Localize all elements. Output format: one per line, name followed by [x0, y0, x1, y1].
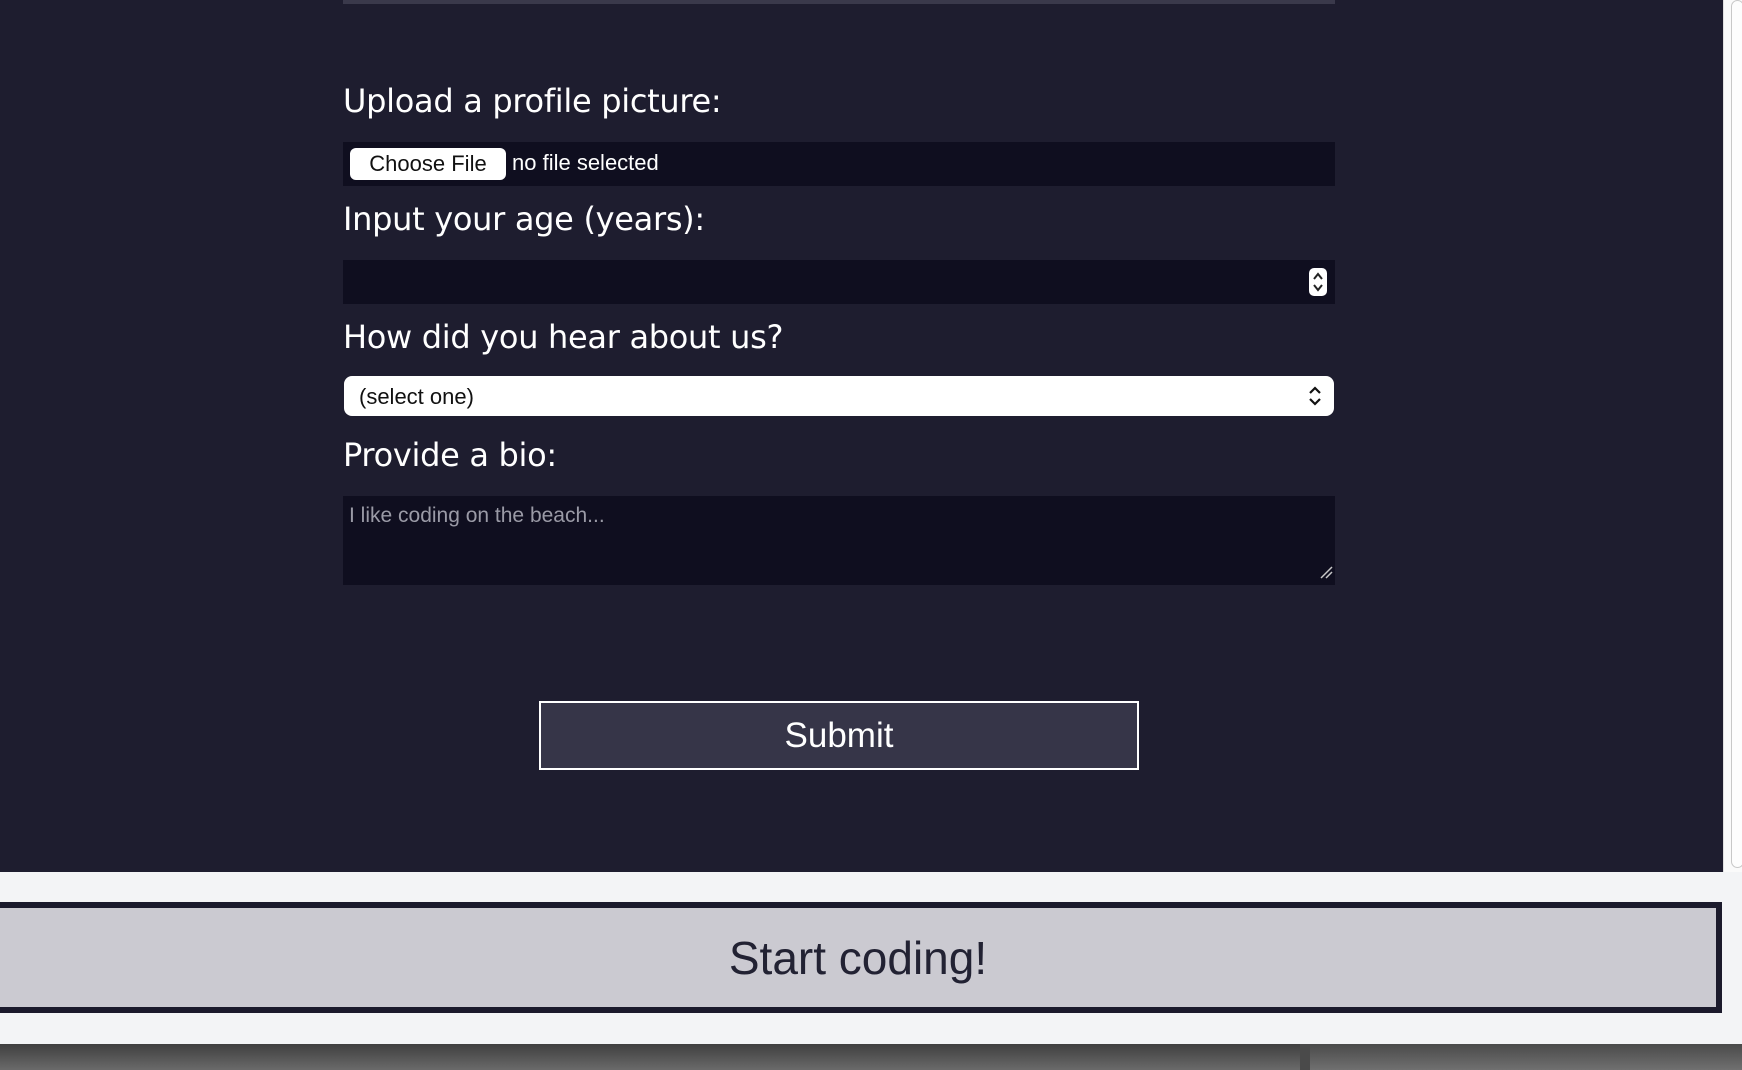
referral-select-value: (select one) — [359, 384, 474, 409]
bottom-left-panel — [0, 1044, 1300, 1070]
select-chevrons-icon — [1308, 384, 1322, 412]
bottom-panels — [0, 1044, 1742, 1070]
profile-picture-file-input[interactable]: Choose File no file selected — [343, 142, 1335, 186]
panel-divider[interactable] — [1300, 1044, 1310, 1070]
age-number-input[interactable] — [343, 260, 1335, 304]
upload-label: Upload a profile picture: — [343, 82, 722, 120]
bio-placeholder: I like coding on the beach... — [349, 504, 605, 527]
age-label: Input your age (years): — [343, 200, 705, 238]
bio-textarea[interactable]: I like coding on the beach... — [343, 496, 1335, 585]
referral-select[interactable]: (select one) — [344, 376, 1334, 416]
preview-scrollbar-thumb[interactable] — [1731, 0, 1742, 868]
choose-file-button[interactable]: Choose File — [350, 148, 506, 180]
number-spinner-icon[interactable] — [1309, 268, 1327, 296]
resize-grip-icon[interactable] — [1319, 564, 1333, 583]
bio-label: Provide a bio: — [343, 436, 557, 474]
submit-button[interactable]: Submit — [539, 701, 1139, 770]
previous-field-bottom-edge — [343, 0, 1335, 4]
file-status-text: no file selected — [512, 150, 659, 175]
bottom-right-panel — [1310, 1044, 1742, 1070]
preview-pane: Upload a profile picture: Choose File no… — [0, 0, 1723, 872]
hear-label: How did you hear about us? — [343, 318, 784, 356]
start-coding-button[interactable]: Start coding! — [0, 902, 1722, 1013]
